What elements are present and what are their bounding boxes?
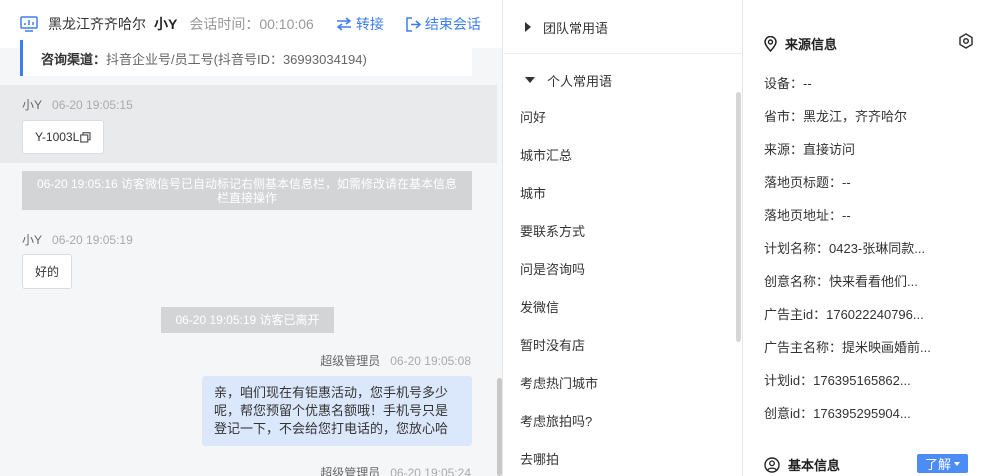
group-label: 个人常用语 <box>547 73 613 89</box>
caret-down-icon <box>525 77 535 83</box>
message-text: Y-1003L <box>35 130 80 144</box>
message-time: 06-20 19:05:08 <box>390 354 471 368</box>
group-label: 团队常用语 <box>543 20 609 36</box>
end-session-button[interactable]: 结束会话 <box>406 14 481 34</box>
transfer-icon <box>336 17 352 31</box>
phrases-panel: 团队常用语 个人常用语 问好 城市汇总 城市 要联系方式 问是咨询吗 发微信 暂… <box>504 0 743 476</box>
exit-icon <box>406 16 421 32</box>
sender-name: 小Y <box>22 233 43 247</box>
channel-value: 抖音企业号/员工号(抖音号ID：36993034194) <box>106 51 367 67</box>
message-time: 06-20 19:05:15 <box>52 98 133 112</box>
visitor-location: 黑龙江齐齐哈尔 <box>48 16 146 32</box>
phrase-item[interactable]: 去哪拍 <box>504 441 734 476</box>
message-time: 06-20 19:05:19 <box>52 233 133 247</box>
sender-name: 超级管理员 <box>320 466 381 476</box>
user-icon <box>764 456 780 473</box>
phrase-item[interactable]: 城市 <box>504 175 734 213</box>
info-source: 来源：直接访问 <box>764 142 856 157</box>
source-info-title: 来源信息 <box>764 34 837 53</box>
info-creative-name: 创意名称：快来看看他们... <box>764 274 918 289</box>
caret-down-icon <box>954 461 960 466</box>
info-province: 省市：黑龙江，齐齐哈尔 <box>764 109 908 124</box>
info-device: 设备：-- <box>764 76 812 91</box>
channel-card: 咨询渠道： 抖音企业号/员工号(抖音号ID：36993034194) <box>20 40 472 76</box>
transfer-label: 转接 <box>355 16 384 32</box>
phrase-item[interactable]: 问好 <box>504 99 734 137</box>
section-title: 来源信息 <box>785 37 838 52</box>
team-phrases-group[interactable]: 团队常用语 <box>504 1 743 53</box>
phrase-item[interactable]: 考虑旅拍吗? <box>504 403 734 441</box>
session-time-label: 会话时间： <box>189 16 260 32</box>
message-sender: 小Y 06-20 19:05:15 <box>22 96 133 113</box>
chat-scrollbar[interactable] <box>497 378 502 476</box>
sender-name: 超级管理员 <box>320 354 381 368</box>
session-time: 00:10:06 <box>259 16 314 32</box>
learn-label: 了解 <box>924 457 951 472</box>
phrase-item[interactable]: 暂时没有店 <box>504 327 734 365</box>
phrase-item[interactable]: 城市汇总 <box>504 137 734 175</box>
agent-bubble[interactable]: 亲，咱们现在有钜惠活动，您手机号多少呢，帮您预留个优惠名额哦！手机号只是登记一下… <box>202 376 472 446</box>
chat-panel: 黑龙江齐齐哈尔 小Y 会话时间： 00:10:06 转接 结束会话 咨询渠道： … <box>0 0 503 476</box>
settings-icon[interactable] <box>958 33 974 49</box>
monitor-chart-icon <box>20 16 38 32</box>
phrase-list: 问好 城市汇总 城市 要联系方式 问是咨询吗 发微信 暂时没有店 考虑热门城市 … <box>504 99 734 476</box>
message-sender: 小Y 06-20 19:05:19 <box>22 231 133 248</box>
sender-name: 小Y <box>22 98 43 112</box>
info-plan-name: 计划名称：0423-张琳同款... <box>764 241 926 256</box>
location-pin-icon <box>764 35 777 52</box>
transfer-button[interactable]: 转接 <box>336 14 384 34</box>
info-plan-id: 计划id：176395165862... <box>764 373 911 388</box>
info-advertiser-id: 广告主id：176022240796... <box>764 307 924 322</box>
phrase-item[interactable]: 要联系方式 <box>504 213 734 251</box>
section-title: 基本信息 <box>788 458 841 473</box>
message-sender: 超级管理员 06-20 19:05:08 <box>320 352 471 369</box>
phrase-item[interactable]: 问是咨询吗 <box>504 251 734 289</box>
system-note: 06-20 19:05:19 访客已离开 <box>161 307 334 333</box>
basic-info-title: 基本信息 <box>764 455 840 474</box>
info-advertiser-name: 广告主名称：提米映画婚前... <box>764 340 931 355</box>
system-note: 06-20 19:05:16 访客微信号已自动标记右侧基本信息栏，如需修改请在基… <box>22 171 472 210</box>
info-landing-title: 落地页标题：-- <box>764 175 851 190</box>
phrases-scrollbar[interactable] <box>736 92 741 342</box>
info-creative-id: 创意id：176395295904... <box>764 406 911 421</box>
copy-icon[interactable] <box>80 131 91 143</box>
channel-label: 咨询渠道： <box>41 51 107 67</box>
info-landing-url: 落地页地址：-- <box>764 208 851 223</box>
message-time: 06-20 19:05:24 <box>390 466 471 476</box>
info-panel: 来源信息 设备：-- 省市：黑龙江，齐齐哈尔 来源：直接访问 落地页标题：-- … <box>744 0 985 476</box>
message-sender: 超级管理员 06-20 19:05:24 <box>320 464 471 476</box>
end-session-label: 结束会话 <box>424 16 481 32</box>
visitor-bubble[interactable]: 好的 <box>22 254 73 289</box>
message-text: 好的 <box>35 265 60 279</box>
learn-dropdown-button[interactable]: 了解 <box>917 454 968 473</box>
phrase-item[interactable]: 考虑热门城市 <box>504 365 734 403</box>
visitor-name: 小Y <box>154 16 178 32</box>
phrase-item[interactable]: 发微信 <box>504 289 734 327</box>
visitor-bubble[interactable]: Y-1003L <box>22 120 105 154</box>
caret-right-icon <box>525 22 531 32</box>
